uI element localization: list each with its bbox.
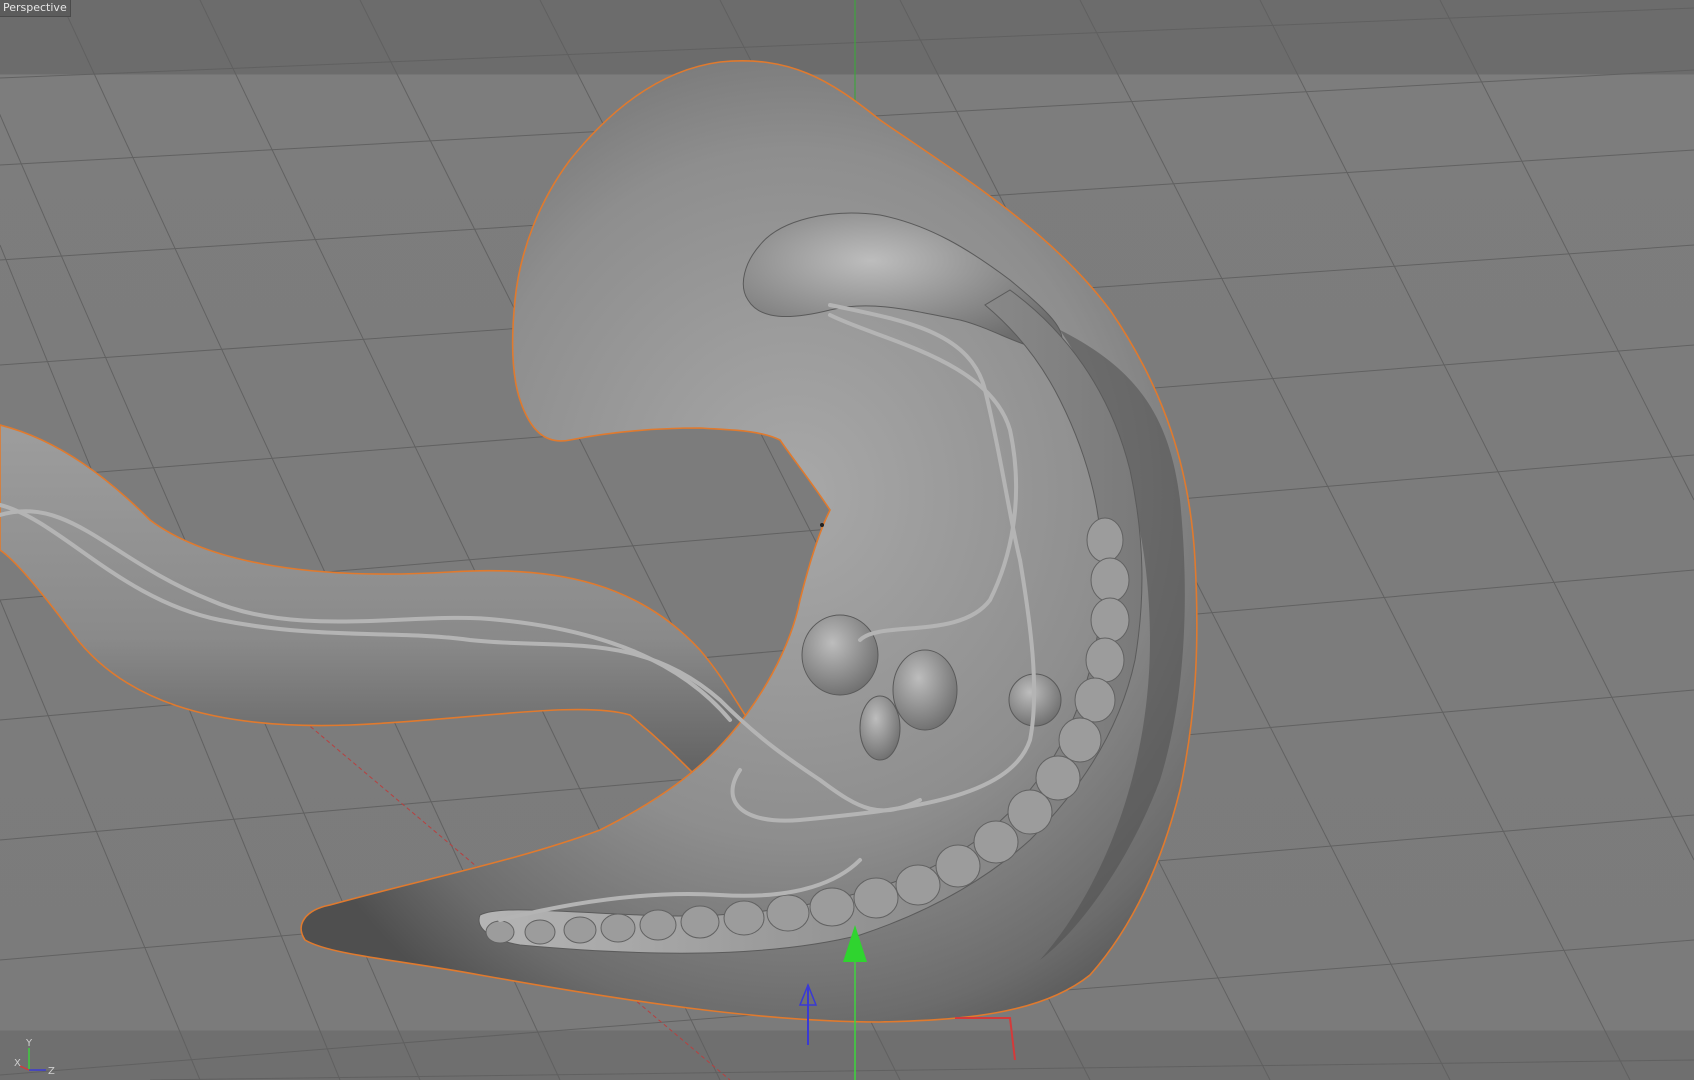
embryo-body-mesh[interactable] <box>300 60 1198 1023</box>
3d-viewport[interactable]: Perspective Y Z X <box>0 0 1694 1080</box>
axis-x-label: X <box>14 1058 21 1069</box>
axis-z-label: Z <box>48 1066 55 1076</box>
arrow-right-icon[interactable] <box>955 1017 1016 1061</box>
mesh-vertex-marker <box>820 523 824 527</box>
limb-bud-upper[interactable] <box>892 649 958 731</box>
axis-y-label: Y <box>25 1038 33 1049</box>
axis-orientation-gizmo: Y Z X <box>14 1038 55 1076</box>
viewport-scene[interactable] <box>0 0 1694 1080</box>
heart-bud[interactable] <box>801 614 879 696</box>
viewport-name-label[interactable]: Perspective <box>0 0 71 17</box>
limb-bud-lower[interactable] <box>859 695 901 761</box>
embryo-tail-mesh[interactable] <box>0 424 762 782</box>
